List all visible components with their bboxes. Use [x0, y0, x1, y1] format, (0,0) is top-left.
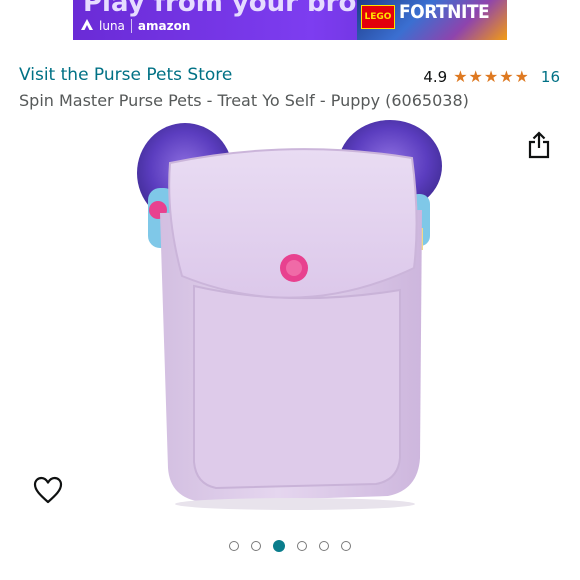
heart-outline-icon — [33, 476, 63, 504]
amazon-brand-text: amazon — [137, 19, 191, 33]
star-icon: ★ — [499, 67, 514, 86]
star-icon: ★ — [483, 67, 499, 86]
star-icon: ★ — [453, 67, 468, 86]
wishlist-button[interactable] — [32, 474, 64, 506]
ad-banner[interactable]: Play from your browser luna amazon LEGO … — [73, 0, 507, 40]
fortnite-logo: FORTNITE — [399, 1, 490, 23]
ad-game-art: LEGO FORTNITE — [357, 0, 507, 40]
store-link[interactable]: Visit the Purse Pets Store — [19, 65, 232, 85]
star-partial-icon: ★ — [514, 67, 529, 86]
brand-divider — [130, 19, 132, 33]
rating-value: 4.9 — [423, 68, 448, 86]
share-icon — [528, 131, 550, 159]
product-title: Spin Master Purse Pets - Treat Yo Self -… — [19, 91, 469, 110]
image-carousel-indicator — [0, 538, 580, 554]
share-button[interactable] — [526, 130, 552, 160]
star-rating: ★ ★ ★ ★ ★ — [453, 69, 529, 85]
carousel-dot[interactable] — [229, 541, 239, 551]
review-count[interactable]: 16 — [541, 68, 560, 86]
carousel-dot[interactable] — [319, 541, 329, 551]
star-icon: ★ — [468, 67, 483, 86]
rating-summary[interactable]: 4.9 ★ ★ ★ ★ ★ 16 — [423, 67, 560, 87]
product-image[interactable] — [130, 118, 450, 513]
carousel-dot[interactable] — [251, 541, 261, 551]
carousel-dot[interactable] — [273, 540, 285, 552]
lego-badge: LEGO — [361, 5, 395, 29]
luna-logo-icon — [81, 19, 93, 33]
carousel-dot[interactable] — [341, 541, 351, 551]
carousel-dot[interactable] — [297, 541, 307, 551]
luna-brand-text: luna — [99, 19, 125, 33]
ad-brands: luna amazon — [81, 16, 190, 36]
